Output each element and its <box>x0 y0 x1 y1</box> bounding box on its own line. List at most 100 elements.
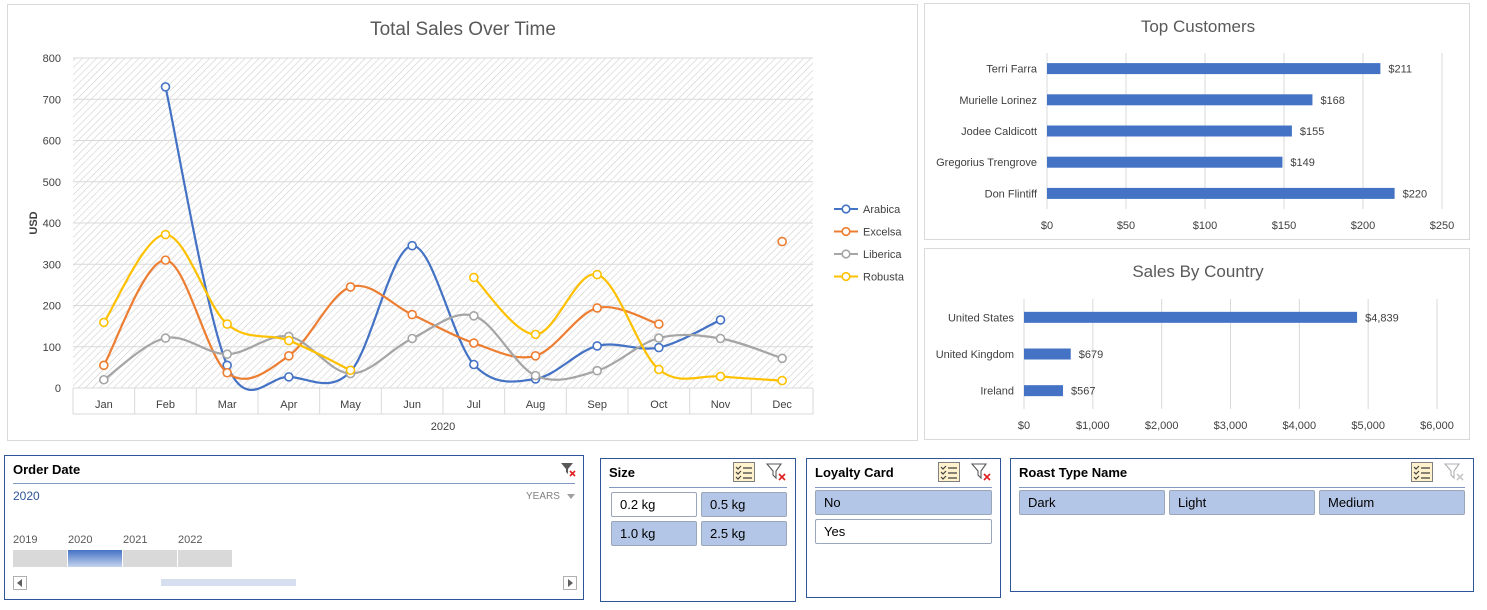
data-point-robusta[interactable] <box>345 365 356 376</box>
data-point-excelsa[interactable] <box>407 309 417 320</box>
data-point-liberica[interactable] <box>99 374 109 385</box>
data-point-arabica[interactable] <box>284 372 294 382</box>
x-tick-label: Apr <box>280 399 297 411</box>
bar[interactable] <box>1047 94 1313 106</box>
data-point-liberica[interactable] <box>407 333 417 344</box>
data-point-liberica[interactable] <box>715 333 726 344</box>
bar[interactable] <box>1024 348 1071 360</box>
y-tick-label: 200 <box>43 301 61 313</box>
size-item-0-2-kg[interactable]: 0.2 kg <box>611 492 697 517</box>
data-point-liberica[interactable] <box>592 365 602 376</box>
timeline-year-bar[interactable] <box>13 550 67 567</box>
data-point-robusta[interactable] <box>99 317 109 328</box>
data-point-robusta[interactable] <box>592 269 602 280</box>
category-label: Gregorius Trengrove <box>936 157 1037 169</box>
data-point-arabica[interactable] <box>592 341 602 351</box>
data-point-excelsa[interactable] <box>345 282 356 292</box>
timeline-year-bar[interactable] <box>178 550 232 567</box>
data-point-arabica[interactable] <box>407 240 417 251</box>
x-tick-label: Dec <box>772 399 792 411</box>
y-tick-label: 400 <box>43 218 61 230</box>
sales-over-time-chart[interactable]: Total Sales Over Time USD 2020 0 100 200 30… <box>7 4 918 441</box>
size-item-1-0-kg[interactable]: 1.0 kg <box>611 521 697 546</box>
bar[interactable] <box>1047 125 1292 137</box>
roast-type-slicer[interactable]: Roast Type Name Dark Light Medium <box>1010 458 1474 592</box>
multi-select-icon[interactable] <box>938 462 960 482</box>
bar[interactable] <box>1047 156 1283 168</box>
roast-item-light[interactable]: Light <box>1169 490 1315 515</box>
clear-filter-icon[interactable] <box>970 462 992 482</box>
data-point-excelsa[interactable] <box>777 236 787 247</box>
order-date-timeline[interactable]: Order Date 2020 YEARS 2019 2020 2021 2022 <box>4 455 584 600</box>
data-point-robusta[interactable] <box>222 319 232 329</box>
data-point-excelsa[interactable] <box>530 351 541 361</box>
data-point-liberica[interactable] <box>530 370 541 381</box>
data-point-excelsa[interactable] <box>99 360 109 371</box>
clear-filter-icon[interactable] <box>560 461 576 477</box>
legend-label: Arabica <box>863 204 901 216</box>
loyalty-item-yes[interactable]: Yes <box>815 519 992 544</box>
multi-select-icon[interactable] <box>733 462 755 482</box>
data-point-excelsa[interactable] <box>222 367 232 378</box>
category-label: United States <box>948 312 1015 324</box>
data-point-robusta[interactable] <box>284 335 294 346</box>
loyalty-item-no[interactable]: No <box>815 490 992 515</box>
scroll-left-button[interactable] <box>13 576 27 590</box>
slicer-item-label: Yes <box>824 524 846 539</box>
data-point-arabica[interactable] <box>654 342 664 353</box>
data-point-robusta[interactable] <box>777 375 787 386</box>
data-point-excelsa[interactable] <box>592 303 602 313</box>
data-point-liberica[interactable] <box>654 333 664 343</box>
data-point-liberica[interactable] <box>160 333 171 343</box>
data-point-excelsa[interactable] <box>469 338 479 348</box>
data-point-arabica[interactable] <box>715 315 726 325</box>
x-tick-label: Sep <box>587 399 607 411</box>
x-tick-label: Nov <box>711 399 731 411</box>
x-tick-label: $250 <box>1430 220 1454 232</box>
clear-filter-icon[interactable] <box>1443 462 1465 482</box>
timeline-year-bar[interactable] <box>68 550 122 567</box>
top-customers-chart[interactable]: Top Customers $0 $50 $100 $150 $200 $250 Terri… <box>924 3 1470 240</box>
data-point-excelsa[interactable] <box>284 351 294 361</box>
scroll-thumb[interactable] <box>161 579 296 586</box>
size-item-0-5-kg[interactable]: 0.5 kg <box>701 492 787 517</box>
sales-x-group-label: 2020 <box>431 421 455 433</box>
data-point-arabica[interactable] <box>469 359 479 370</box>
chevron-right-icon <box>568 579 573 587</box>
size-slicer[interactable]: Size 0.2 kg 0.5 kg 1.0 kg 2.5 kg <box>600 458 796 602</box>
size-item-2-5-kg[interactable]: 2.5 kg <box>701 521 787 546</box>
data-point-arabica[interactable] <box>160 82 171 92</box>
legend-marker <box>841 249 851 259</box>
roast-slicer-title: Roast Type Name <box>1019 465 1128 480</box>
x-tick-label: $0 <box>1041 220 1053 232</box>
data-point-liberica[interactable] <box>777 353 787 364</box>
data-point-liberica[interactable] <box>222 349 232 359</box>
roast-item-dark[interactable]: Dark <box>1019 490 1165 515</box>
data-point-robusta[interactable] <box>715 371 726 382</box>
timeline-year-bar[interactable] <box>123 550 177 567</box>
multi-select-icon[interactable] <box>1411 462 1433 482</box>
data-label: $4,839 <box>1365 312 1399 324</box>
bar[interactable] <box>1047 187 1395 199</box>
sales-line-chart: Total Sales Over Time USD 2020 0 100 200 30… <box>28 19 905 433</box>
roast-item-medium[interactable]: Medium <box>1319 490 1465 515</box>
timeline-scrollbar[interactable] <box>13 576 577 590</box>
data-point-excelsa[interactable] <box>160 255 171 265</box>
loyalty-card-slicer[interactable]: Loyalty Card No Yes <box>806 458 1001 598</box>
data-point-robusta[interactable] <box>469 272 479 283</box>
data-point-excelsa[interactable] <box>654 319 664 329</box>
data-point-liberica[interactable] <box>469 311 479 321</box>
bar[interactable] <box>1024 311 1358 323</box>
bar[interactable] <box>1047 63 1381 75</box>
scroll-right-button[interactable] <box>563 576 577 590</box>
clear-filter-icon[interactable] <box>765 462 787 482</box>
bar[interactable] <box>1024 385 1064 397</box>
data-point-robusta[interactable] <box>160 229 171 240</box>
y-tick-label: 500 <box>43 177 61 189</box>
data-point-robusta[interactable] <box>530 329 541 340</box>
data-point-robusta[interactable] <box>654 364 664 375</box>
timeline-level-dropdown[interactable]: YEARS <box>526 491 575 502</box>
x-tick-label: $3,000 <box>1214 420 1248 432</box>
timeline-years: 2019 2020 2021 2022 <box>13 534 253 574</box>
sales-by-country-chart[interactable]: Sales By Country $0 $1,000 $2,000 $3,000 $4,… <box>924 248 1470 440</box>
